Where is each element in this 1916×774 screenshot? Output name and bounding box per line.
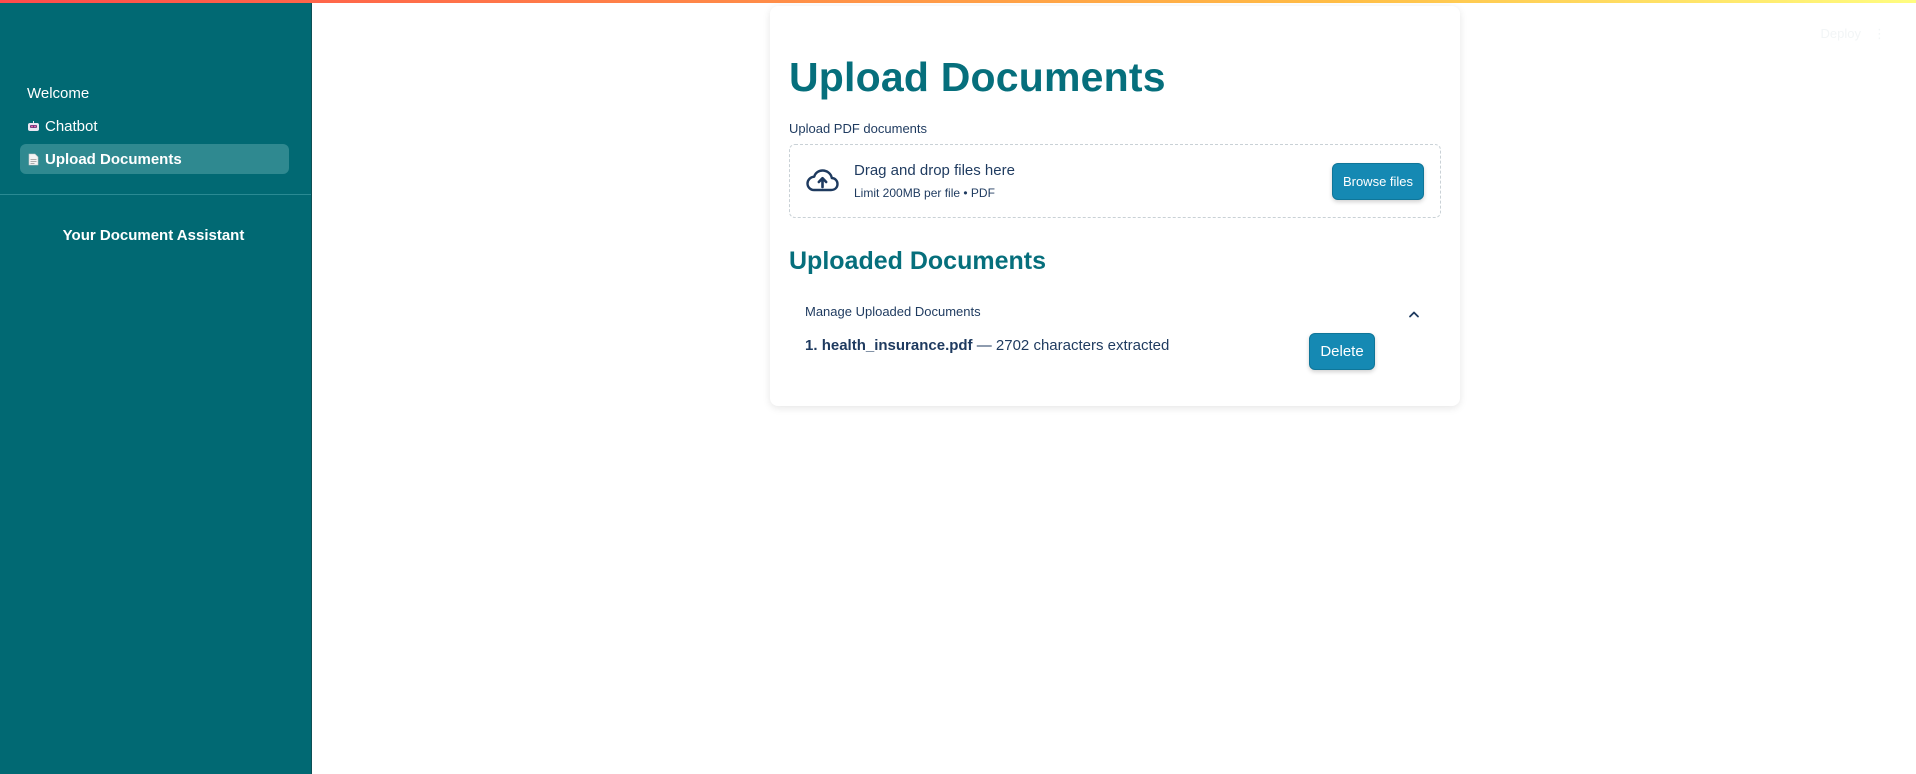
sidebar-item-label: Chatbot xyxy=(45,117,98,135)
dropzone-title: Drag and drop files here xyxy=(854,162,1015,179)
file-dropzone[interactable]: Drag and drop files here Limit 200MB per… xyxy=(789,144,1441,218)
uploaded-documents-heading: Uploaded Documents xyxy=(789,247,1046,275)
sidebar-nav: Welcome Chatbot Upload Documents xyxy=(20,78,289,177)
sidebar-item-label: Welcome xyxy=(27,84,90,102)
page-title: Upload Documents xyxy=(789,54,1166,100)
main-menu-button[interactable]: ⋮ xyxy=(1873,26,1886,42)
sidebar-item-welcome[interactable]: Welcome xyxy=(20,78,289,108)
delete-document-button[interactable]: Delete xyxy=(1309,333,1375,370)
sidebar-item-upload-documents[interactable]: Upload Documents xyxy=(20,144,289,174)
manage-documents-expander[interactable]: Manage Uploaded Documents xyxy=(805,304,1445,324)
robot-icon xyxy=(27,120,40,133)
deploy-button[interactable]: Deploy xyxy=(1821,26,1861,41)
uploader-label: Upload PDF documents xyxy=(789,121,928,136)
chevron-up-icon[interactable] xyxy=(1408,310,1420,318)
sidebar-item-label: Upload Documents xyxy=(45,150,182,168)
document-detail: — 2702 characters extracted xyxy=(976,337,1170,354)
sidebar-divider xyxy=(0,194,311,195)
sidebar: Welcome Chatbot Upload Documents Your Do… xyxy=(0,0,312,774)
sidebar-caption: Your Document Assistant xyxy=(62,227,245,244)
sidebar-item-chatbot[interactable]: Chatbot xyxy=(20,111,289,141)
document-index: 1. xyxy=(805,337,818,354)
page-icon xyxy=(27,153,40,166)
document-name: health_insurance.pdf xyxy=(821,337,973,354)
main-content-card: Upload Documents Upload PDF documents Dr… xyxy=(770,6,1460,406)
dropzone-limits: Limit 200MB per file • PDF xyxy=(854,186,995,200)
document-list-item: 1. health_insurance.pdf — 2702 character… xyxy=(805,337,1169,354)
top-decoration-bar xyxy=(0,0,1916,3)
cloud-upload-icon xyxy=(806,169,839,192)
browse-files-button[interactable]: Browse files xyxy=(1332,163,1424,200)
